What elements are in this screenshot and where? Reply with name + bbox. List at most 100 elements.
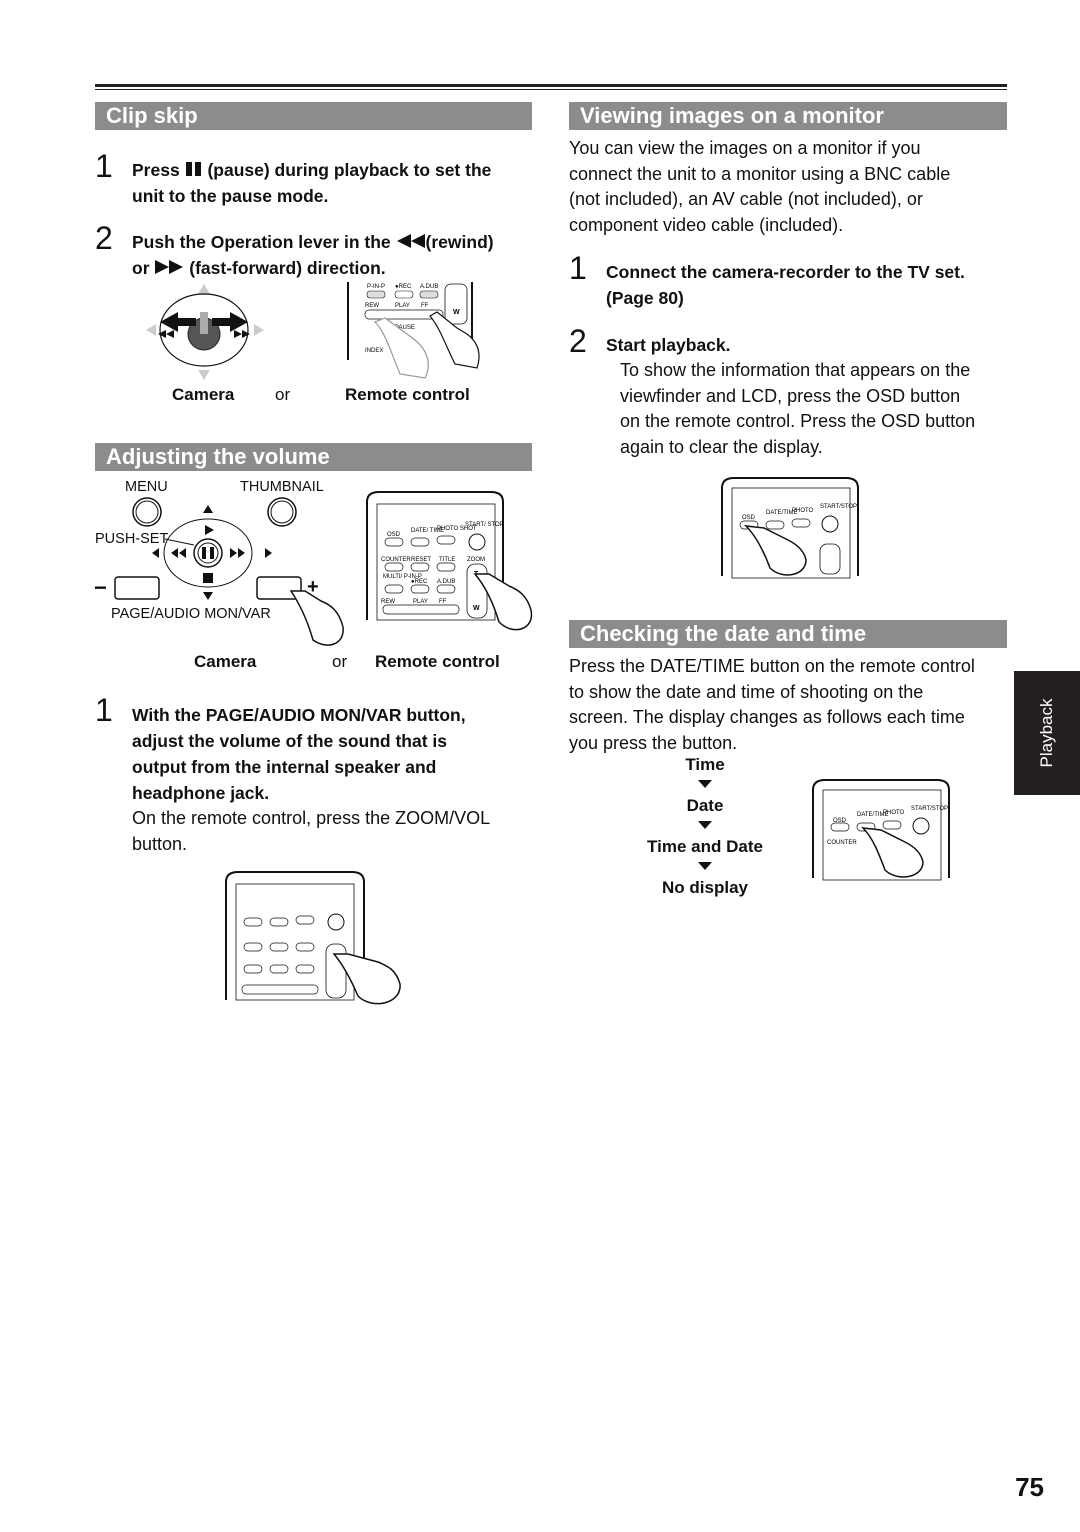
clip-skip-step-2: Push the Operation lever in the (rewind)… xyxy=(132,229,552,281)
remote-label: A.DUB xyxy=(420,284,438,290)
step-text: (pause) during playback to set the xyxy=(207,160,492,180)
svg-text:PHOTO: PHOTO xyxy=(792,508,814,514)
remote-label: ●REC xyxy=(395,284,412,290)
body-text: You can view the images on a monitor if … xyxy=(569,138,921,158)
operation-lever-illustration xyxy=(146,284,264,380)
step-number: 2 xyxy=(569,323,587,359)
section-header-date-time: Checking the date and time xyxy=(569,620,1007,648)
flow-item-no-display: No display xyxy=(662,878,748,897)
remote-label: ZOOM xyxy=(467,557,485,563)
remote-label: PLAY xyxy=(413,599,428,605)
remote-label: OSD xyxy=(387,532,401,538)
body-text: on the remote control. Press the OSD but… xyxy=(620,411,976,432)
remote-label: FF xyxy=(439,599,447,605)
viewing-step-2-body: To show the information that appears on … xyxy=(620,358,1020,461)
body-text: connect the unit to a monitor using a BN… xyxy=(569,163,951,184)
body-text: To show the information that appears on … xyxy=(620,360,971,380)
step-text: Press xyxy=(132,160,180,180)
step-text: Push the Operation lever in the xyxy=(132,232,391,252)
viewing-step-2: Start playback. xyxy=(606,335,731,355)
remote-label: FF xyxy=(421,303,429,309)
step-text: or xyxy=(132,258,150,278)
camera-buttons-illustration xyxy=(114,497,344,646)
viewing-step-1: Connect the camera-recorder to the TV se… xyxy=(606,259,1026,311)
step-text: headphone jack. xyxy=(132,783,270,803)
pause-icon xyxy=(185,162,201,176)
remote-label: RESET xyxy=(411,557,431,563)
caption-camera: Camera xyxy=(194,652,257,671)
caption-remote-control: Remote control xyxy=(375,652,500,671)
step-text: output from the internal speaker and xyxy=(132,757,437,777)
rewind-icon xyxy=(396,234,425,248)
flow-item-time: Time xyxy=(685,755,725,774)
step-number: 2 xyxy=(95,220,113,256)
remote-control-zoom-illustration xyxy=(225,871,401,1005)
svg-text:COUNTER: COUNTER xyxy=(827,840,857,846)
svg-text:OSD: OSD xyxy=(742,515,756,521)
section-header-viewing-monitor: Viewing images on a monitor xyxy=(569,102,1007,130)
step-text: (fast-forward) direction. xyxy=(189,258,386,278)
remote-label: P-IN-P xyxy=(367,284,385,290)
volume-step-1: With the PAGE/AUDIO MON/VAR button, adju… xyxy=(132,702,552,806)
viewing-intro: You can view the images on a monitor if … xyxy=(569,136,1009,239)
step-number: 1 xyxy=(95,692,113,728)
side-tab-label: Playback xyxy=(1037,698,1056,768)
step-number: 1 xyxy=(95,148,113,184)
step-text: Connect the camera-recorder to the TV se… xyxy=(606,262,965,282)
remote-label: A.DUB xyxy=(437,579,455,585)
arrow-down-icon xyxy=(698,780,712,788)
volume-note: On the remote control, press the ZOOM/VO… xyxy=(132,806,552,857)
remote-control-osd-illustration: OSDDATE/TIMEPHOTOSTART/STOP xyxy=(721,477,859,579)
flow-item-time-and-date: Time and Date xyxy=(647,837,763,856)
caption-or: or xyxy=(332,652,348,671)
remote-label: ●REC xyxy=(411,579,428,585)
remote-control-illustration: OSD DATE/ TIME PHOTO SHOT START/ STOP CO… xyxy=(366,491,533,631)
arrow-down-icon xyxy=(698,862,712,870)
top-rule xyxy=(95,84,1007,87)
step-text: With the PAGE/AUDIO MON/VAR button, xyxy=(132,705,466,725)
top-rule-thin xyxy=(95,89,1007,90)
body-text: screen. The display changes as follows e… xyxy=(569,707,965,728)
section-header-clip-skip: Clip skip xyxy=(95,102,532,130)
step-number: 1 xyxy=(569,250,587,286)
remote-label: START/ STOP xyxy=(465,522,504,528)
remote-control-date-time-illustration: OSDDATE/TIMEPHOTOSTART/STOP COUNTER xyxy=(812,779,950,881)
svg-text:START/STOP: START/STOP xyxy=(911,806,948,812)
remote-label: COUNTER xyxy=(381,557,411,563)
fast-forward-icon xyxy=(155,260,184,274)
step-text: (Page 80) xyxy=(606,288,684,308)
body-text: viewfinder and LCD, press the OSD button xyxy=(620,385,961,406)
caption-camera: Camera xyxy=(172,385,235,404)
remote-label: REW xyxy=(381,599,395,605)
caption-or: or xyxy=(275,385,291,404)
svg-text:PHOTO: PHOTO xyxy=(883,810,905,816)
remote-label: REW xyxy=(365,303,379,309)
remote-label: INDEX xyxy=(365,348,383,354)
remote-label: TITLE xyxy=(439,557,455,563)
remote-control-illustration: P-IN-P ●REC A.DUB W REW PLAY FF PAUSE IN… xyxy=(347,282,480,379)
body-text: button. xyxy=(132,833,188,854)
body-text: (not included), an AV cable (not include… xyxy=(569,189,923,210)
body-text: component video cable (included). xyxy=(569,215,844,236)
svg-text:START/STOP: START/STOP xyxy=(820,504,857,510)
page-number: 75 xyxy=(1015,1472,1044,1502)
remote-label: W xyxy=(453,309,460,316)
step-text: adjust the volume of the sound that is xyxy=(132,731,448,751)
clip-skip-step-1: Press (pause) during playback to set the… xyxy=(132,157,532,209)
body-text: Press the DATE/TIME button on the remote… xyxy=(569,656,975,676)
date-time-intro: Press the DATE/TIME button on the remote… xyxy=(569,654,1014,757)
arrow-down-icon xyxy=(698,821,712,829)
body-text: you press the button. xyxy=(569,733,738,754)
label-menu: MENU xyxy=(125,479,168,495)
flow-item-date: Date xyxy=(686,796,724,815)
remote-label: W xyxy=(473,605,480,612)
caption-remote-control: Remote control xyxy=(345,385,470,404)
body-text: to show the date and time of shooting on… xyxy=(569,681,924,702)
side-tab-playback: Playback xyxy=(1014,671,1080,795)
step-text: unit to the pause mode. xyxy=(132,186,329,206)
label-thumbnail: THUMBNAIL xyxy=(240,479,324,495)
step-text: (rewind) xyxy=(425,232,494,252)
body-text: again to clear the display. xyxy=(620,437,823,458)
remote-label: PLAY xyxy=(395,303,410,309)
body-text: On the remote control, press the ZOOM/VO… xyxy=(132,808,491,828)
